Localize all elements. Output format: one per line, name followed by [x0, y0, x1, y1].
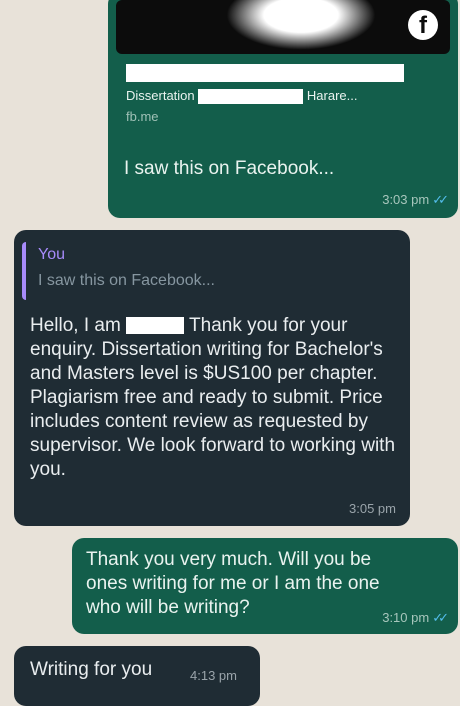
- outgoing-message-bubble[interactable]: Thank you very much. Will you be ones wr…: [72, 538, 458, 634]
- message-text-continued: Thank you for: [189, 315, 306, 336]
- message-text: Thank you very much. Will you be ones wr…: [86, 549, 380, 618]
- link-preview-title-redacted: [126, 64, 404, 82]
- link-preview-site-line: Dissertation Harare...: [126, 88, 358, 105]
- link-preview-site-end: Harare...: [306, 88, 358, 103]
- message-timestamp: 3:10 pm: [382, 610, 430, 625]
- link-preview-domain[interactable]: fb.me: [126, 109, 159, 124]
- quoted-reply-sender: You: [38, 246, 65, 263]
- quoted-reply-text: I saw this on Facebook...: [38, 272, 215, 289]
- sender-name-redacted: [126, 317, 185, 335]
- link-preview-site-start: Dissertation: [126, 88, 195, 103]
- link-preview-image[interactable]: f: [116, 0, 450, 54]
- double-check-icon: ✓✓: [432, 610, 449, 625]
- quoted-reply[interactable]: You I saw this on Facebook...: [22, 242, 404, 300]
- message-timestamp: 3:03 pm: [382, 192, 430, 207]
- double-check-icon: ✓✓: [432, 192, 449, 207]
- message-timestamp: 3:05 pm: [349, 501, 396, 516]
- message-text: Writing for you: [30, 659, 153, 680]
- message-text-start: Hello, I am: [30, 315, 121, 336]
- message-time: 3:03 pm ✓✓: [382, 192, 449, 208]
- message-text: Hello, I am Thank you for your enquiry. …: [30, 314, 398, 482]
- outgoing-message-bubble[interactable]: f Dissertation Harare... fb.me I saw thi…: [108, 0, 458, 218]
- link-preview-site-redacted: [198, 89, 304, 105]
- message-time: 3:10 pm ✓✓: [382, 610, 449, 626]
- message-text-rest: your enquiry. Dissertation writing for B…: [30, 315, 396, 480]
- message-timestamp: 4:13 pm: [190, 668, 237, 683]
- message-text: I saw this on Facebook...: [124, 158, 335, 179]
- incoming-message-bubble[interactable]: You I saw this on Facebook... Hello, I a…: [14, 230, 410, 526]
- incoming-message-bubble[interactable]: Writing for you 4:13 pm: [14, 646, 260, 706]
- facebook-icon: f: [408, 10, 438, 40]
